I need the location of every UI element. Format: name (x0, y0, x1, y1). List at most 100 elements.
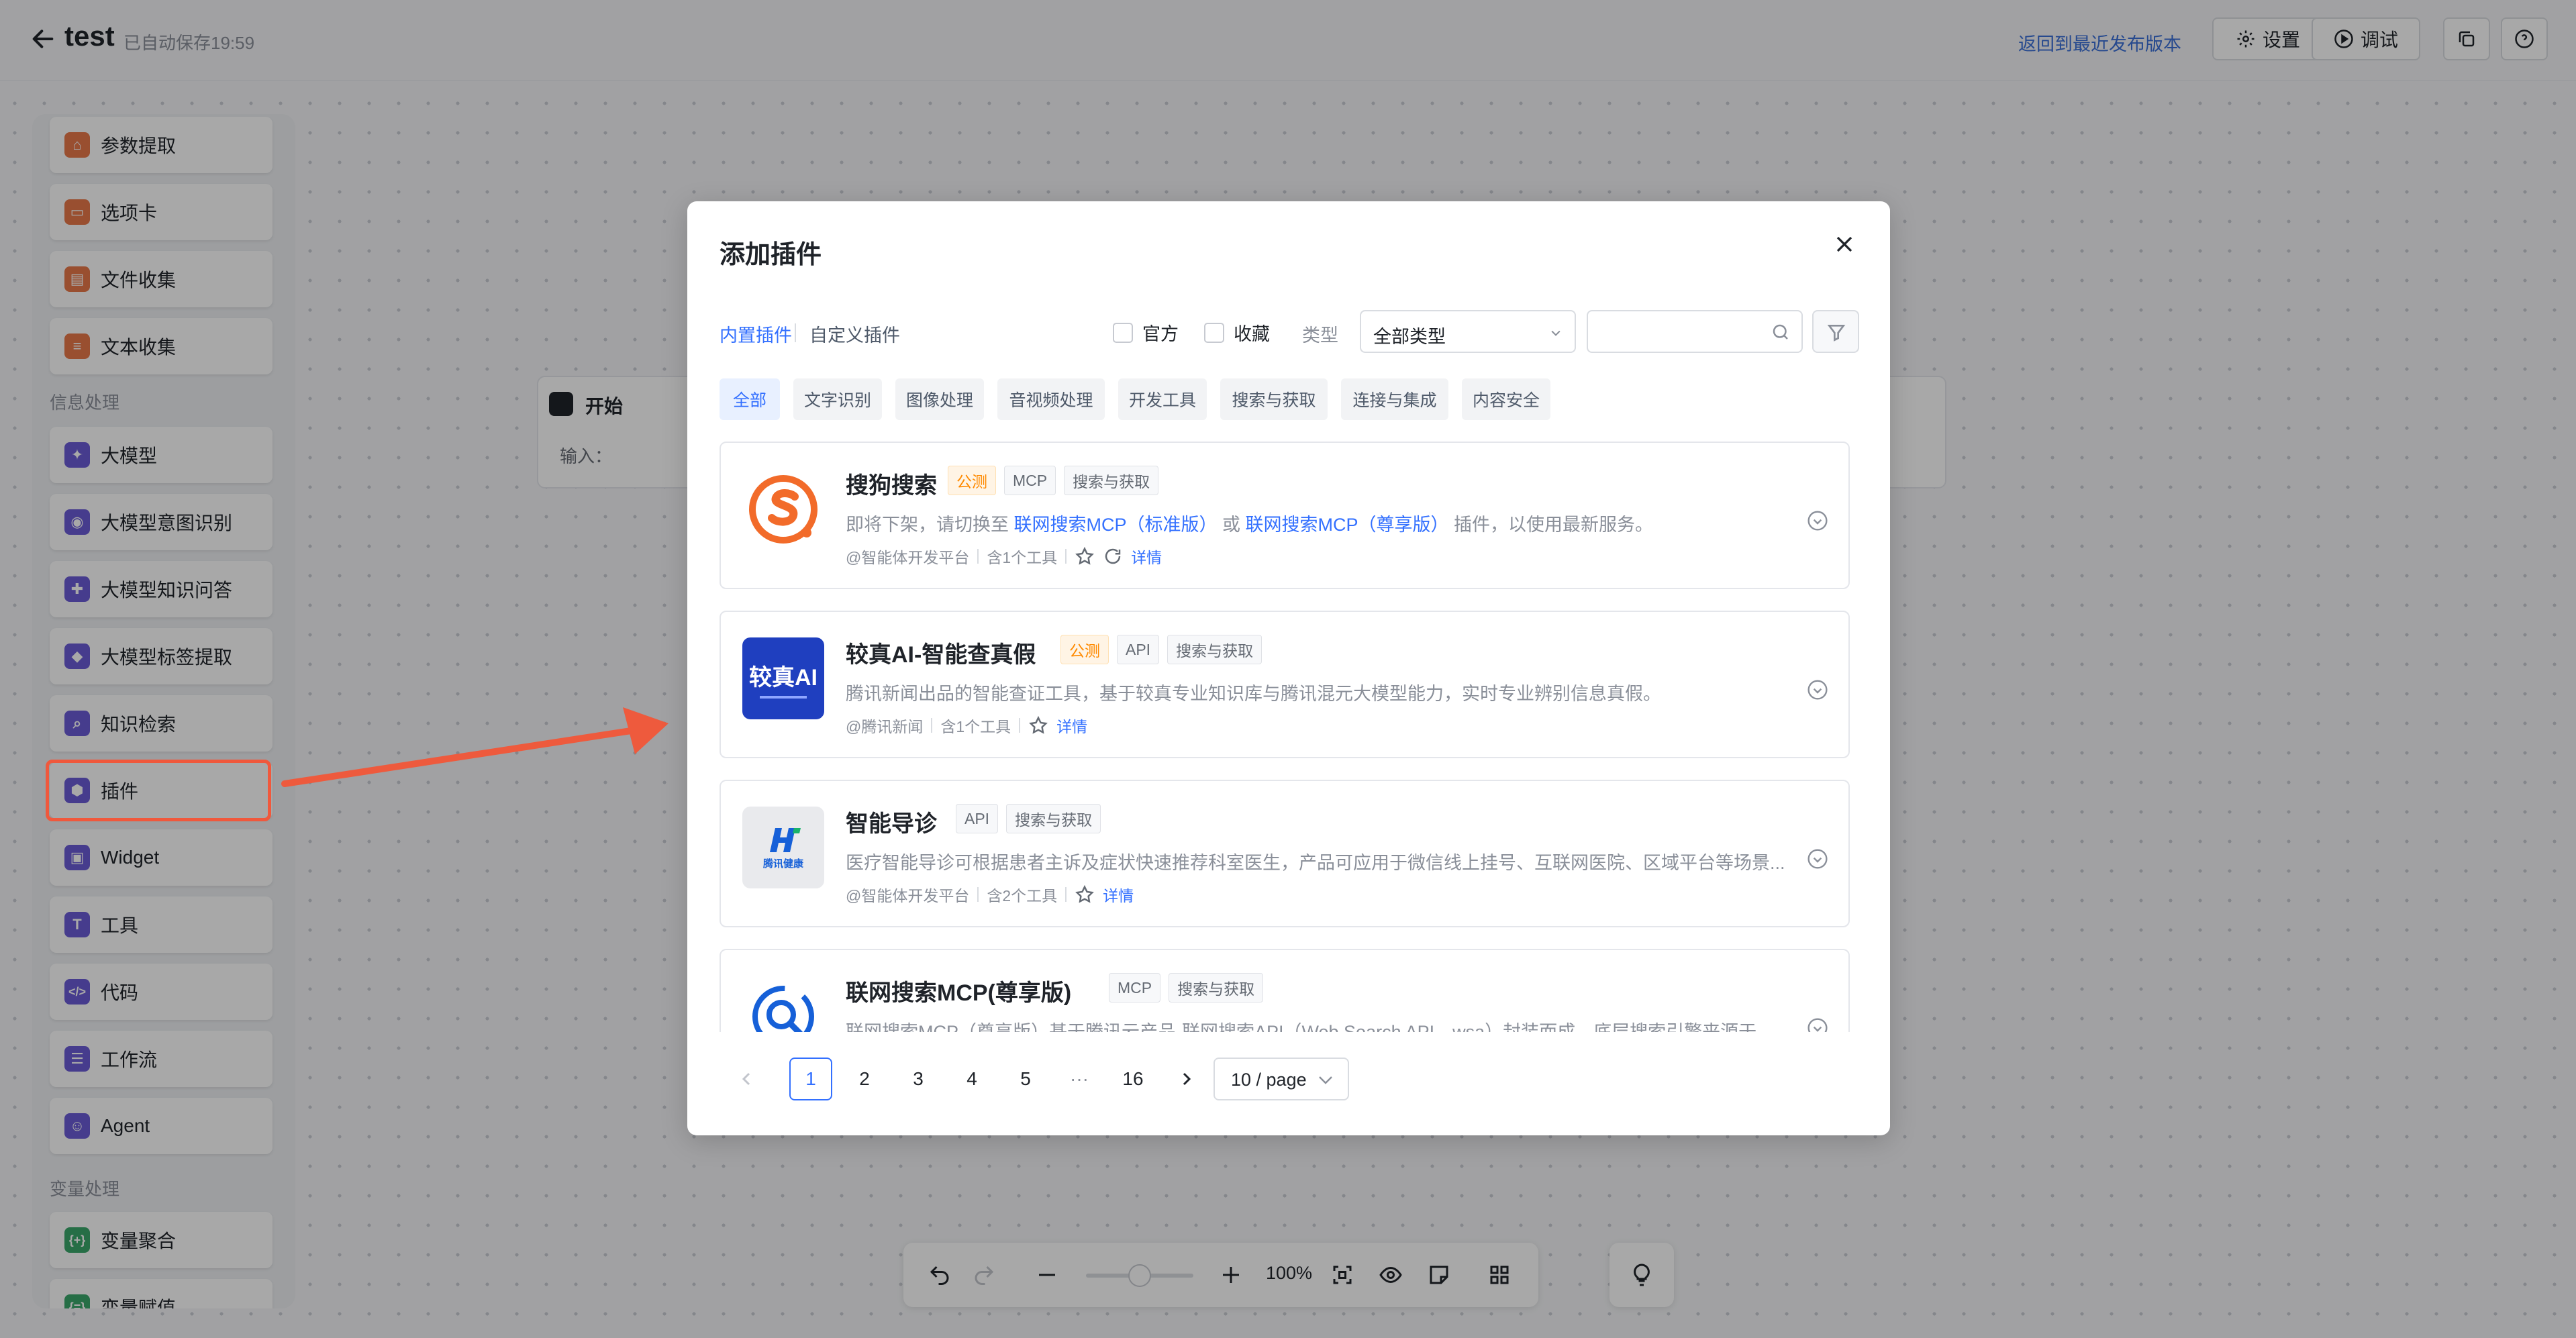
tag-beta: 公测 (1060, 635, 1109, 664)
plugin-source: @智能体开发平台 (846, 887, 970, 905)
tag-type: MCP (1004, 466, 1056, 495)
plugin-card[interactable]: 较真AI 较真AI-智能查真假 公测 API 搜索与获取 腾讯新闻出品的智能查证… (720, 611, 1850, 758)
category-chip-all[interactable]: 全部 (720, 378, 780, 420)
chevron-down-icon (1551, 330, 1561, 336)
plugin-tool-count: 含1个工具 (987, 549, 1058, 566)
plugin-tags: API 搜索与获取 (956, 804, 1101, 833)
page-5[interactable]: 5 (1004, 1058, 1047, 1100)
plugin-source: @腾讯新闻 (846, 718, 924, 735)
plugin-name: 搜狗搜索 (846, 473, 937, 499)
category-chip-search[interactable]: 搜索与获取 (1220, 378, 1328, 420)
expand-icon[interactable] (1807, 1017, 1828, 1032)
filter-button[interactable] (1812, 310, 1859, 353)
plugin-tags: 公测 MCP 搜索与获取 (948, 466, 1159, 495)
category-chip-devtools[interactable]: 开发工具 (1118, 378, 1207, 420)
chevron-down-icon (1319, 1076, 1332, 1084)
logo-text: 较真AI (749, 664, 818, 690)
category-chip-security[interactable]: 内容安全 (1462, 378, 1550, 420)
search-icon[interactable] (1771, 322, 1791, 342)
page-3[interactable]: 3 (897, 1058, 940, 1100)
plugin-description: 联网搜索MCP（尊享版）基于腾讯云产品-联网搜索API（Web Search A… (846, 1022, 1757, 1032)
checkbox-box[interactable] (1113, 322, 1133, 343)
plugin-source: @智能体开发平台 (846, 549, 970, 566)
red-arrow-annotation (281, 707, 668, 787)
category-chip-ocr[interactable]: 文字识别 (793, 378, 882, 420)
plugin-tool-count: 含1个工具 (940, 718, 1011, 735)
page-ellipsis[interactable]: ··· (1058, 1058, 1101, 1100)
plugin-tags: 公测 API 搜索与获取 (1060, 635, 1262, 664)
page-1[interactable]: 1 (789, 1058, 832, 1100)
tag-type: API (1117, 635, 1160, 664)
meta-divider (1065, 549, 1067, 564)
web-search-logo (742, 976, 824, 1032)
logo-underline (760, 695, 807, 699)
close-icon[interactable] (1831, 231, 1858, 258)
plugin-name: 智能导诊 (846, 811, 937, 837)
tag-category: 搜索与获取 (1064, 466, 1159, 495)
plugin-description: 即将下架，请切换至 联网搜索MCP（标准版） 或 联网搜索MCP（尊享版） 插件… (846, 510, 1785, 536)
plugin-name: 联网搜索MCP(尊享版) (846, 980, 1072, 1006)
tab-divider (795, 323, 796, 342)
desc-text: 或 (1217, 515, 1246, 535)
tencent-health-logo: 腾讯健康 (742, 807, 824, 888)
plugin-highlight-box (46, 760, 271, 821)
meta-divider (977, 549, 979, 564)
plugin-tool-count: 含2个工具 (987, 887, 1058, 905)
plugin-tags: MCP 搜索与获取 (1109, 973, 1264, 1002)
detail-link[interactable]: 详情 (1103, 883, 1134, 906)
star-icon[interactable] (1028, 715, 1048, 735)
favorite-checkbox[interactable]: 收藏 (1204, 319, 1270, 346)
page-4[interactable]: 4 (950, 1058, 993, 1100)
category-chip-media[interactable]: 音视频处理 (997, 378, 1105, 420)
expand-icon[interactable] (1807, 848, 1828, 870)
star-icon[interactable] (1075, 546, 1095, 566)
refresh-icon[interactable] (1103, 546, 1123, 566)
health-h-icon (770, 827, 801, 852)
official-checkbox[interactable]: 官方 (1113, 319, 1179, 346)
page-size-select[interactable]: 10 / page (1213, 1058, 1349, 1100)
plugin-meta: @智能体开发平台 含2个工具 详情 (846, 883, 1134, 906)
checkbox-box[interactable] (1204, 322, 1224, 343)
meta-divider (977, 887, 979, 902)
meta-divider (1019, 718, 1021, 733)
page-size-value: 10 / page (1231, 1070, 1307, 1090)
search-input[interactable] (1596, 318, 1764, 345)
next-page-icon[interactable] (1165, 1058, 1208, 1100)
plugin-meta: @腾讯新闻 含1个工具 详情 (846, 714, 1087, 737)
desc-text: 即将下架，请切换至 (846, 515, 1014, 535)
standard-mcp-link[interactable]: 联网搜索MCP（标准版） (1014, 515, 1218, 535)
star-icon[interactable] (1075, 884, 1095, 905)
plugin-search[interactable] (1587, 310, 1803, 353)
category-chip-image[interactable]: 图像处理 (895, 378, 984, 420)
prev-page-icon[interactable] (725, 1058, 768, 1100)
plugin-list: 搜狗搜索 公测 MCP 搜索与获取 即将下架，请切换至 联网搜索MCP（标准版）… (720, 442, 1861, 1032)
type-select-value: 全部类型 (1373, 327, 1446, 347)
category-chip-connect[interactable]: 连接与集成 (1341, 378, 1448, 420)
type-select[interactable]: 全部类型 (1360, 310, 1576, 353)
expand-icon[interactable] (1807, 510, 1828, 531)
filter-icon (1827, 325, 1846, 342)
tag-type: API (956, 804, 999, 833)
page-16[interactable]: 16 (1111, 1058, 1154, 1100)
tag-category: 搜索与获取 (1167, 635, 1262, 664)
plugin-card[interactable]: 搜狗搜索 公测 MCP 搜索与获取 即将下架，请切换至 联网搜索MCP（标准版）… (720, 442, 1850, 589)
plugin-name: 较真AI-智能查真假 (846, 642, 1036, 668)
tab-custom-plugins[interactable]: 自定义插件 (809, 321, 900, 347)
add-plugin-dialog: 添加插件 内置插件 自定义插件 官方 收藏 类型 全部类型 全部 文字识别 图像… (687, 201, 1890, 1135)
plugin-card[interactable]: 联网搜索MCP(尊享版) MCP 搜索与获取 联网搜索MCP（尊享版）基于腾讯云… (720, 949, 1850, 1032)
plugin-meta: @智能体开发平台 含1个工具 详情 (846, 545, 1162, 568)
detail-link[interactable]: 详情 (1131, 545, 1162, 568)
premium-mcp-link[interactable]: 联网搜索MCP（尊享版） (1246, 515, 1449, 535)
detail-link[interactable]: 详情 (1056, 714, 1087, 737)
expand-icon[interactable] (1807, 679, 1828, 701)
plugin-card[interactable]: 腾讯健康 智能导诊 API 搜索与获取 医疗智能导诊可根据患者主诉及症状快速推荐… (720, 780, 1850, 927)
meta-divider (931, 718, 933, 733)
tag-category: 搜索与获取 (1169, 973, 1264, 1002)
type-label: 类型 (1302, 325, 1338, 346)
tab-builtin-plugins[interactable]: 内置插件 (720, 321, 792, 347)
page-2[interactable]: 2 (843, 1058, 886, 1100)
dialog-title: 添加插件 (720, 241, 822, 269)
official-label: 官方 (1142, 324, 1179, 344)
jiaozhen-logo: 较真AI (742, 637, 824, 719)
tag-type: MCP (1109, 973, 1161, 1002)
